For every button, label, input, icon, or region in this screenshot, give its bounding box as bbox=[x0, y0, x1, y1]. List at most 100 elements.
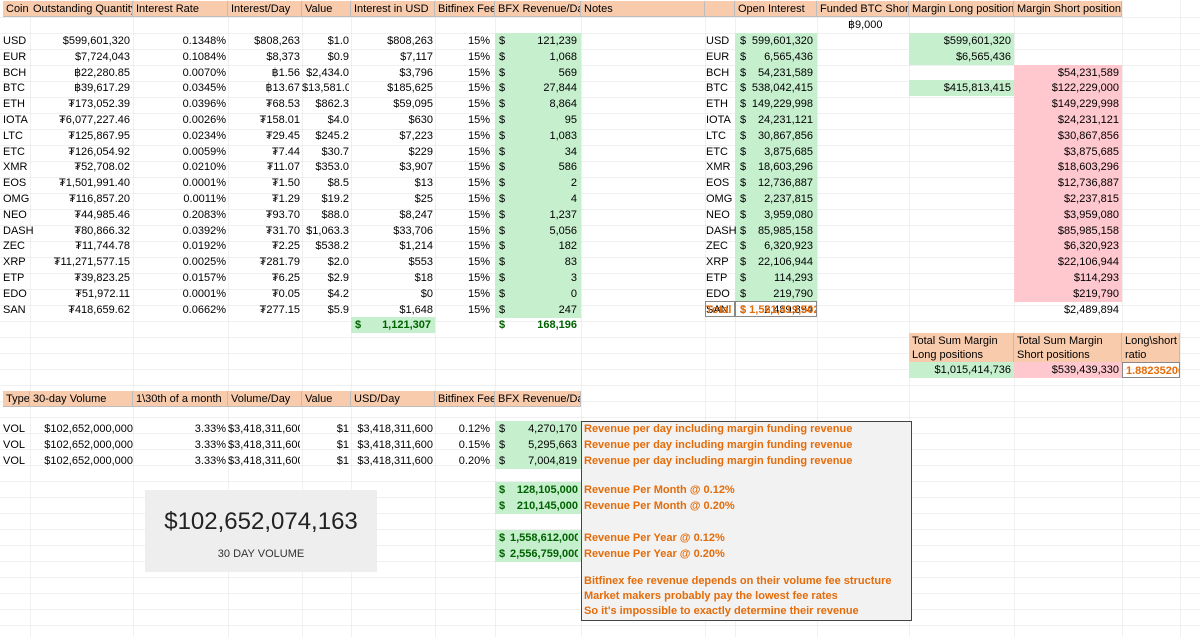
disclaimer-line[interactable]: Market makers probably pay the lowest fe… bbox=[584, 588, 908, 604]
cell-revenue[interactable]: 2 bbox=[510, 175, 577, 191]
cell-outstanding[interactable]: ₮80,866.32 bbox=[30, 223, 130, 239]
cell-oi-coin[interactable]: ETH bbox=[706, 96, 736, 112]
cell-open-interest[interactable]: 6,565,436 bbox=[750, 49, 813, 65]
vol-note[interactable]: Revenue per day including margin funding… bbox=[584, 453, 908, 469]
cell-rate[interactable]: 0.0157% bbox=[133, 270, 226, 286]
vol-revenue[interactable]: 4,270,170 bbox=[510, 421, 577, 437]
cell-value[interactable]: $4.2 bbox=[302, 286, 349, 302]
header-per_day[interactable]: Interest/Day bbox=[228, 1, 302, 17]
cell-interest-usd[interactable]: $59,095 bbox=[351, 96, 433, 112]
total-interest-usd[interactable]: 1,121,307 bbox=[365, 317, 431, 333]
cell-revenue[interactable]: 8,864 bbox=[510, 96, 577, 112]
cell-oi-coin[interactable]: BTC bbox=[706, 80, 736, 96]
cell-value[interactable]: $538.2 bbox=[302, 238, 349, 254]
cell-revenue[interactable]: 0 bbox=[510, 286, 577, 302]
cell-interest-day[interactable]: ฿1.56 bbox=[228, 65, 300, 81]
cell-outstanding[interactable]: ₮6,077,227.46 bbox=[30, 112, 130, 128]
cell-outstanding[interactable]: $7,724,043 bbox=[30, 49, 130, 65]
cell-outstanding[interactable]: ₮418,659.62 bbox=[30, 302, 130, 318]
cell-interest-day[interactable]: ₮11.07 bbox=[228, 159, 300, 175]
cell-oi-coin[interactable]: EUR bbox=[706, 49, 736, 65]
header-fee[interactable]: Bitfinex Fee bbox=[435, 1, 495, 17]
cell-value[interactable]: $13,581.0 bbox=[302, 80, 349, 96]
cell-rate[interactable]: 0.0192% bbox=[133, 238, 226, 254]
cell-interest-day[interactable]: ₮6.25 bbox=[228, 270, 300, 286]
cell-margin-short[interactable]: $2,489,894 bbox=[1014, 302, 1122, 318]
cell-revenue[interactable]: 1,068 bbox=[510, 49, 577, 65]
header-rate[interactable]: Interest Rate bbox=[133, 1, 228, 17]
vol-header-type[interactable]: Type bbox=[3, 391, 30, 407]
cell-fee[interactable]: 15% bbox=[435, 302, 490, 318]
header-long[interactable]: Margin Long positions bbox=[909, 1, 1014, 17]
cell-open-interest[interactable]: 30,867,856 bbox=[750, 128, 813, 144]
vol-per-day[interactable]: $3,418,311,600 bbox=[228, 421, 300, 437]
cell-margin-short[interactable]: $114,293 bbox=[1014, 270, 1122, 286]
cell-margin-short[interactable]: $149,229,998 bbox=[1014, 96, 1122, 112]
cell-outstanding[interactable]: ₮126,054.92 bbox=[30, 144, 130, 160]
cell-interest-usd[interactable]: $8,247 bbox=[351, 207, 433, 223]
cell-rate[interactable]: 0.0396% bbox=[133, 96, 226, 112]
cell-open-interest[interactable]: 538,042,415 bbox=[750, 80, 813, 96]
cell-open-interest[interactable]: 24,231,121 bbox=[750, 112, 813, 128]
header-blank[interactable] bbox=[705, 1, 735, 17]
cell-fee[interactable]: 15% bbox=[435, 191, 490, 207]
cell-outstanding[interactable]: ₮116,857.20 bbox=[30, 191, 130, 207]
vol-header-fee[interactable]: Bitfinex Fee bbox=[435, 391, 495, 407]
vol-fraction[interactable]: 3.33% bbox=[133, 421, 226, 437]
cell-open-interest[interactable]: 114,293 bbox=[750, 270, 813, 286]
vol-30day[interactable]: $102,652,000,000 bbox=[30, 437, 133, 453]
vol-header-vday[interactable]: Volume/Day bbox=[228, 391, 302, 407]
cell-fee[interactable]: 15% bbox=[435, 159, 490, 175]
month-note[interactable]: Revenue Per Month @ 0.20% bbox=[584, 498, 908, 514]
cell-interest-usd[interactable]: $13 bbox=[351, 175, 433, 191]
header-open_interest[interactable]: Open Interest bbox=[735, 1, 817, 17]
month-value[interactable]: 128,105,000 bbox=[510, 482, 578, 498]
cell-open-interest[interactable]: 2,237,815 bbox=[750, 191, 813, 207]
cell-margin-long[interactable]: $6,565,436 bbox=[909, 49, 1014, 65]
cell-interest-day[interactable]: ฿13.67 bbox=[228, 80, 300, 96]
cell-interest-day[interactable]: ₮29.45 bbox=[228, 128, 300, 144]
cell-interest-usd[interactable]: $808,263 bbox=[351, 33, 433, 49]
cell-rate[interactable]: 0.0662% bbox=[133, 302, 226, 318]
cell-value[interactable]: $353.0 bbox=[302, 159, 349, 175]
cell-fee[interactable]: 15% bbox=[435, 270, 490, 286]
cell-oi-coin[interactable]: IOTA bbox=[706, 112, 736, 128]
header-outstanding[interactable]: Outstanding Quantity bbox=[30, 1, 133, 17]
summary-ratio-header2[interactable]: ratio bbox=[1122, 347, 1180, 363]
summary-ratio-value[interactable]: 1.88235206 bbox=[1122, 362, 1180, 378]
month-value[interactable]: 210,145,000 bbox=[510, 498, 578, 514]
cell-oi-coin[interactable]: OMG bbox=[706, 191, 736, 207]
vol-30day[interactable]: $102,652,000,000 bbox=[30, 453, 133, 469]
cell-open-interest[interactable]: 219,790 bbox=[750, 286, 813, 302]
cell-interest-usd[interactable]: $18 bbox=[351, 270, 433, 286]
vol-note[interactable]: Revenue per day including margin funding… bbox=[584, 421, 908, 437]
cell-oi-coin[interactable]: DASH bbox=[706, 223, 736, 239]
vol-header-value[interactable]: Value bbox=[302, 391, 351, 407]
cell-rate[interactable]: 0.2083% bbox=[133, 207, 226, 223]
vol-usd-day[interactable]: $3,418,311,600 bbox=[351, 421, 433, 437]
vol-fee[interactable]: 0.15% bbox=[435, 437, 490, 453]
cell-rate[interactable]: 0.0026% bbox=[133, 112, 226, 128]
cell-rate[interactable]: 0.0001% bbox=[133, 175, 226, 191]
cell-interest-usd[interactable]: $1,214 bbox=[351, 238, 433, 254]
total-label[interactable]: Total bbox=[705, 301, 735, 317]
cell-interest-usd[interactable]: $3,796 bbox=[351, 65, 433, 81]
cell-revenue[interactable]: 83 bbox=[510, 254, 577, 270]
cell-interest-usd[interactable]: $1,648 bbox=[351, 302, 433, 318]
cell-fee[interactable]: 15% bbox=[435, 65, 490, 81]
vol-type[interactable]: VOL bbox=[3, 437, 30, 453]
cell-outstanding[interactable]: ₮11,744.78 bbox=[30, 238, 130, 254]
cell-interest-day[interactable]: ₮1.50 bbox=[228, 175, 300, 191]
month-note[interactable]: Revenue Per Month @ 0.12% bbox=[584, 482, 908, 498]
cell-interest-usd[interactable]: $3,907 bbox=[351, 159, 433, 175]
header-usd[interactable]: Interest in USD bbox=[351, 1, 435, 17]
cell-open-interest[interactable]: 18,603,296 bbox=[750, 159, 813, 175]
cell-outstanding[interactable]: ₮1,501,991.40 bbox=[30, 175, 130, 191]
cell-rate[interactable]: 0.0345% bbox=[133, 80, 226, 96]
cell-outstanding[interactable]: ₮11,271,577.15 bbox=[30, 254, 130, 270]
cell-revenue[interactable]: 569 bbox=[510, 65, 577, 81]
cell-oi-coin[interactable]: ETP bbox=[706, 270, 736, 286]
summary-long-header2[interactable]: Long positions bbox=[909, 347, 1014, 363]
cell-interest-usd[interactable]: $7,223 bbox=[351, 128, 433, 144]
cell-open-interest[interactable]: 12,736,887 bbox=[750, 175, 813, 191]
